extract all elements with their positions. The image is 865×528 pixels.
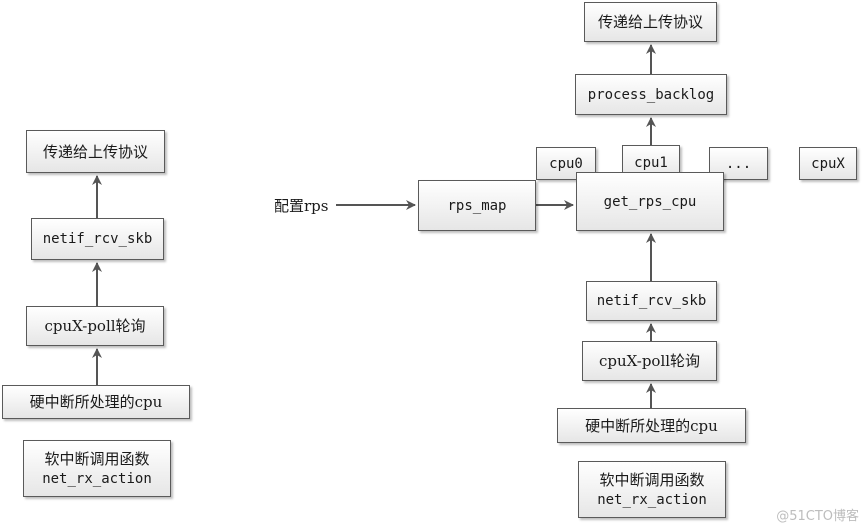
cpu-ellipsis-text: ... (725, 155, 752, 172)
cpu1-text: cpu1 (634, 154, 668, 171)
get-rps-cpu-text: get_rps_cpu (603, 193, 697, 210)
right-softirq-line2: net_rx_action (597, 491, 707, 508)
right-netif-rcv-skb-text: netif_rcv_skb (596, 293, 707, 309)
process-backlog-text: process_backlog (587, 86, 715, 103)
rps-map-box: rps_map (418, 180, 536, 231)
right-deliver-upper-box: 传递给上传协议 (584, 2, 717, 42)
left-hardirq-cpu-box: 硬中断所处理的cpu (2, 385, 190, 419)
rps-map-text: rps_map (447, 197, 507, 214)
right-hardirq-cpu-box: 硬中断所处理的cpu (557, 408, 746, 443)
right-softirq-box: 软中断调用函数 net_rx_action (578, 461, 726, 518)
cpu0-text: cpu0 (549, 155, 583, 172)
get-rps-cpu-box: get_rps_cpu (576, 172, 724, 231)
right-deliver-upper-text: 传递给上传协议 (597, 13, 703, 31)
left-softirq-box: 软中断调用函数 net_rx_action (23, 440, 171, 497)
watermark: @51CTO博客 (776, 509, 859, 524)
config-rps-label: 配置rps (274, 197, 329, 215)
process-backlog-box: process_backlog (575, 74, 727, 115)
left-netif-rcv-skb-text: netif_rcv_skb (42, 231, 153, 247)
cpux-box: cpuX (799, 147, 857, 180)
cpux-text: cpuX (811, 155, 845, 172)
right-softirq-line1: 软中断调用函数 (599, 470, 705, 489)
left-netif-rcv-skb-box: netif_rcv_skb (31, 218, 164, 260)
left-cpux-poll-text: cpuX-poll轮询 (44, 317, 146, 335)
left-deliver-upper-text: 传递给上传协议 (42, 142, 148, 161)
right-cpux-poll-text: cpuX-poll轮询 (598, 352, 701, 370)
left-cpux-poll-box: cpuX-poll轮询 (26, 306, 164, 346)
left-softirq-line1: 软中断调用函数 (44, 449, 150, 468)
left-hardirq-cpu-text: 硬中断所处理的cpu (29, 393, 163, 411)
right-cpux-poll-box: cpuX-poll轮询 (582, 341, 717, 381)
right-netif-rcv-skb-box: netif_rcv_skb (586, 281, 717, 321)
left-softirq-line2: net_rx_action (42, 470, 152, 487)
left-deliver-upper-box: 传递给上传协议 (26, 130, 165, 173)
right-hardirq-cpu-text: 硬中断所处理的cpu (585, 416, 718, 435)
